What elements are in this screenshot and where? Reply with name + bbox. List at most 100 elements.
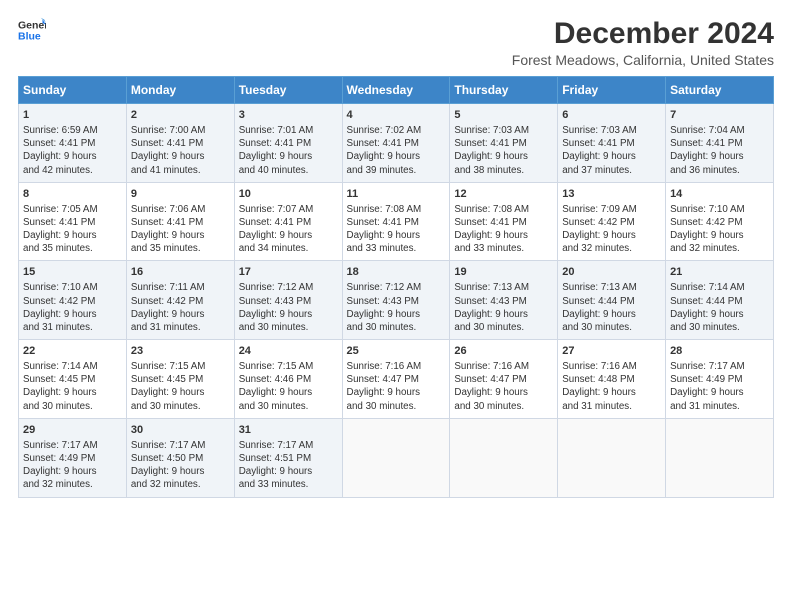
day-info-line: and 30 minutes. [23,400,122,413]
day-info-line: Sunset: 4:49 PM [670,373,769,386]
day-number: 9 [131,187,230,202]
day-info-line: Daylight: 9 hours [562,386,661,399]
table-row: 23Sunrise: 7:15 AMSunset: 4:45 PMDayligh… [126,340,234,419]
day-info-line: and 31 minutes. [670,400,769,413]
calendar-week-row: 22Sunrise: 7:14 AMSunset: 4:45 PMDayligh… [19,340,774,419]
day-info-line: Sunset: 4:43 PM [239,295,338,308]
day-info-line: Sunset: 4:43 PM [454,295,553,308]
day-info-line: and 32 minutes. [23,478,122,491]
header-thursday: Thursday [450,77,558,104]
table-row: 20Sunrise: 7:13 AMSunset: 4:44 PMDayligh… [558,261,666,340]
day-info-line: Daylight: 9 hours [454,386,553,399]
day-info-line: Sunset: 4:41 PM [562,137,661,150]
table-row: 16Sunrise: 7:11 AMSunset: 4:42 PMDayligh… [126,261,234,340]
day-info-line: Daylight: 9 hours [454,229,553,242]
day-info-line: Sunrise: 7:14 AM [23,360,122,373]
day-info-line: Sunrise: 7:07 AM [239,203,338,216]
day-info-line: Sunset: 4:44 PM [562,295,661,308]
title-block: December 2024 Forest Meadows, California… [512,16,774,68]
day-info-line: Daylight: 9 hours [562,308,661,321]
day-info-line: Daylight: 9 hours [131,150,230,163]
day-info-line: Sunset: 4:42 PM [562,216,661,229]
day-info-line: Daylight: 9 hours [454,308,553,321]
day-info-line: Daylight: 9 hours [23,465,122,478]
day-info-line: Sunrise: 7:17 AM [239,439,338,452]
day-info-line: Sunset: 4:45 PM [23,373,122,386]
table-row [666,418,774,497]
table-row: 22Sunrise: 7:14 AMSunset: 4:45 PMDayligh… [19,340,127,419]
day-number: 6 [562,108,661,123]
table-row: 6Sunrise: 7:03 AMSunset: 4:41 PMDaylight… [558,104,666,183]
table-row: 12Sunrise: 7:08 AMSunset: 4:41 PMDayligh… [450,182,558,261]
day-info-line: Sunset: 4:42 PM [670,216,769,229]
day-info-line: and 30 minutes. [454,321,553,334]
day-info-line: Sunset: 4:47 PM [347,373,446,386]
day-info-line: Sunset: 4:41 PM [454,137,553,150]
day-info-line: Daylight: 9 hours [670,386,769,399]
day-info-line: Sunset: 4:41 PM [347,137,446,150]
table-row: 26Sunrise: 7:16 AMSunset: 4:47 PMDayligh… [450,340,558,419]
day-info-line: Daylight: 9 hours [131,229,230,242]
header-friday: Friday [558,77,666,104]
day-info-line: and 31 minutes. [131,321,230,334]
day-info-line: Sunset: 4:45 PM [131,373,230,386]
calendar-week-row: 8Sunrise: 7:05 AMSunset: 4:41 PMDaylight… [19,182,774,261]
header-monday: Monday [126,77,234,104]
table-row: 2Sunrise: 7:00 AMSunset: 4:41 PMDaylight… [126,104,234,183]
day-info-line: Sunset: 4:50 PM [131,452,230,465]
day-info-line: and 33 minutes. [454,242,553,255]
day-info-line: Sunset: 4:47 PM [454,373,553,386]
day-info-line: Sunrise: 7:08 AM [454,203,553,216]
day-info-line: Sunrise: 7:16 AM [454,360,553,373]
header: General Blue December 2024 Forest Meadow… [18,16,774,68]
table-row [558,418,666,497]
svg-text:Blue: Blue [18,31,41,43]
day-info-line: Sunrise: 7:17 AM [131,439,230,452]
day-info-line: Sunrise: 7:04 AM [670,124,769,137]
day-info-line: Sunset: 4:41 PM [23,216,122,229]
logo-icon: General Blue [18,16,46,44]
day-info-line: and 35 minutes. [131,242,230,255]
day-info-line: Sunset: 4:41 PM [347,216,446,229]
day-number: 27 [562,344,661,359]
day-info-line: and 32 minutes. [131,478,230,491]
table-row [342,418,450,497]
day-info-line: Sunset: 4:42 PM [131,295,230,308]
day-info-line: and 41 minutes. [131,164,230,177]
calendar-table: Sunday Monday Tuesday Wednesday Thursday… [18,76,774,498]
day-info-line: Sunrise: 7:12 AM [347,281,446,294]
day-info-line: and 32 minutes. [670,242,769,255]
table-row: 1Sunrise: 6:59 AMSunset: 4:41 PMDaylight… [19,104,127,183]
day-info-line: Sunset: 4:41 PM [670,137,769,150]
day-number: 13 [562,187,661,202]
calendar-week-row: 15Sunrise: 7:10 AMSunset: 4:42 PMDayligh… [19,261,774,340]
day-info-line: Sunrise: 7:12 AM [239,281,338,294]
day-info-line: Sunrise: 7:01 AM [239,124,338,137]
day-number: 2 [131,108,230,123]
header-sunday: Sunday [19,77,127,104]
table-row: 10Sunrise: 7:07 AMSunset: 4:41 PMDayligh… [234,182,342,261]
day-number: 21 [670,265,769,280]
day-number: 24 [239,344,338,359]
day-info-line: and 35 minutes. [23,242,122,255]
calendar-header-row: Sunday Monday Tuesday Wednesday Thursday… [19,77,774,104]
header-tuesday: Tuesday [234,77,342,104]
day-info-line: Daylight: 9 hours [239,386,338,399]
table-row: 3Sunrise: 7:01 AMSunset: 4:41 PMDaylight… [234,104,342,183]
day-number: 23 [131,344,230,359]
table-row: 9Sunrise: 7:06 AMSunset: 4:41 PMDaylight… [126,182,234,261]
day-info-line: Sunrise: 7:03 AM [454,124,553,137]
table-row: 27Sunrise: 7:16 AMSunset: 4:48 PMDayligh… [558,340,666,419]
table-row: 19Sunrise: 7:13 AMSunset: 4:43 PMDayligh… [450,261,558,340]
day-info-line: Daylight: 9 hours [239,308,338,321]
day-info-line: Sunset: 4:43 PM [347,295,446,308]
day-info-line: Sunset: 4:41 PM [239,137,338,150]
day-info-line: Daylight: 9 hours [23,229,122,242]
day-info-line: and 33 minutes. [347,242,446,255]
day-info-line: and 31 minutes. [562,400,661,413]
day-info-line: and 33 minutes. [239,478,338,491]
day-info-line: Sunrise: 7:08 AM [347,203,446,216]
day-info-line: and 30 minutes. [562,321,661,334]
day-info-line: Sunset: 4:41 PM [131,216,230,229]
day-info-line: Sunrise: 7:03 AM [562,124,661,137]
